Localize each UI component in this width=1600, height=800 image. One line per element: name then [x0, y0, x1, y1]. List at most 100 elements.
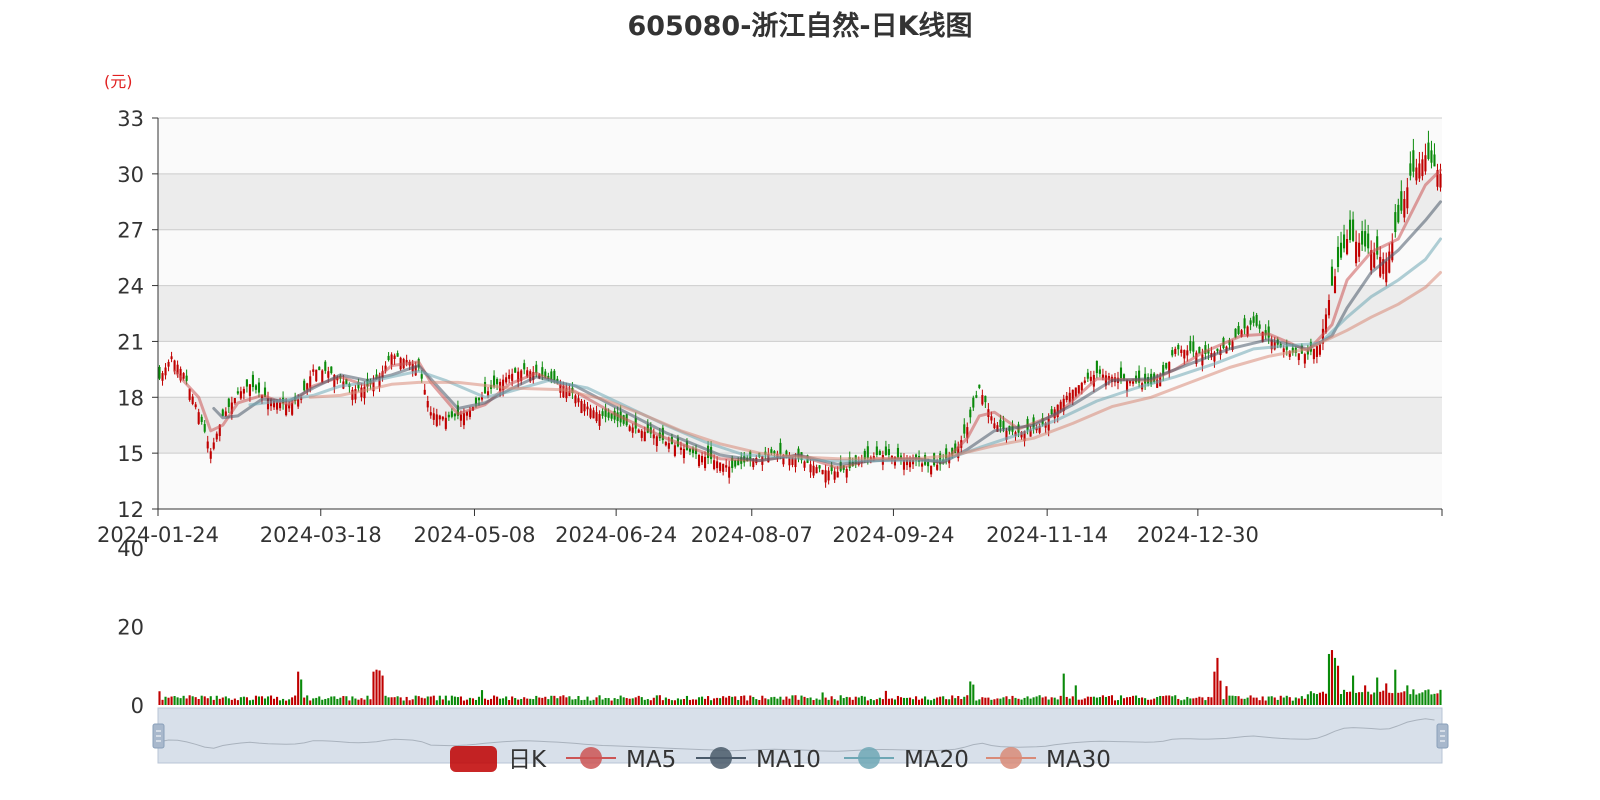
volume-bar: [794, 695, 797, 705]
volume-bar: [1141, 697, 1144, 705]
volume-bar: [164, 696, 167, 705]
candle: [1192, 341, 1195, 352]
candle: [251, 374, 254, 388]
volume-bar: [1008, 699, 1011, 705]
volume-tick-label: 20: [117, 616, 144, 640]
volume-bar: [257, 696, 261, 705]
legend-swatch: [450, 746, 497, 772]
candle: [164, 367, 167, 376]
volume-bar: [734, 696, 737, 705]
volume-bar: [1213, 671, 1216, 705]
legend-item-ma20[interactable]: MA20: [844, 747, 969, 773]
candle: [426, 401, 429, 408]
volume-bar: [770, 697, 773, 705]
candle: [429, 412, 432, 416]
volume-bar: [532, 699, 535, 705]
candle: [1186, 350, 1189, 356]
candle: [673, 445, 676, 456]
candle: [1433, 154, 1436, 167]
volume-bar: [1330, 650, 1334, 705]
candle: [215, 433, 218, 440]
volume-bar: [541, 697, 544, 705]
volume-bar: [1403, 691, 1406, 705]
candle: [818, 465, 821, 469]
volume-bar: [1430, 694, 1433, 705]
volume-bar: [402, 700, 405, 705]
volume-bar: [529, 698, 532, 705]
candle: [1002, 421, 1005, 429]
candle: [1243, 318, 1246, 329]
volume-bar: [1092, 696, 1095, 705]
candle: [628, 426, 631, 431]
volume-bar: [972, 684, 975, 705]
legend-item-ma30[interactable]: MA30: [986, 747, 1111, 773]
volume-bar: [520, 698, 523, 705]
volume-bar: [411, 699, 414, 705]
volume-bar: [1312, 693, 1315, 705]
volume-bar: [1358, 692, 1361, 705]
candle: [734, 460, 737, 467]
volume-bar: [369, 699, 372, 705]
volume-bar: [1174, 695, 1177, 705]
volume-bar: [378, 670, 381, 705]
volume-bar: [1095, 697, 1098, 705]
volume-bar: [342, 696, 345, 705]
candle: [704, 456, 707, 469]
volume-bar: [707, 696, 710, 705]
volume-bar: [288, 699, 291, 705]
volume-bar: [1228, 695, 1231, 705]
volume-bar: [881, 699, 884, 705]
volume-bar: [215, 695, 218, 705]
volume-bar: [209, 696, 212, 705]
price-grid-band: [158, 229, 1442, 286]
volume-bar: [384, 695, 387, 705]
volume-bar: [1397, 692, 1400, 705]
candle: [508, 374, 511, 379]
candle: [679, 447, 682, 451]
volume-bar: [1364, 685, 1367, 705]
volume-bar: [179, 698, 182, 705]
candle: [1234, 328, 1237, 338]
volume-bar: [1074, 685, 1077, 705]
volume-bar: [1026, 696, 1029, 705]
volume-bar: [1086, 696, 1089, 705]
candle: [1216, 348, 1219, 352]
volume-bar: [426, 696, 429, 705]
volume-bar: [1038, 695, 1041, 705]
volume-bar: [713, 698, 716, 705]
volume-bar: [601, 699, 604, 705]
candle: [1258, 324, 1261, 329]
volume-bar: [345, 696, 348, 705]
volume-bar: [393, 697, 396, 705]
volume-bar: [357, 699, 360, 705]
volume-bar: [194, 697, 197, 705]
volume-bar: [306, 695, 309, 705]
candle: [363, 386, 366, 399]
legend-label: MA5: [626, 747, 676, 773]
legend-item-ma10[interactable]: MA10: [696, 747, 821, 773]
kline-chart: 3330272421181512402002024-01-24 2024-03-1…: [97, 107, 1449, 773]
candle: [462, 413, 465, 426]
volume-bar: [905, 697, 909, 705]
volume-bar: [939, 696, 942, 705]
volume-bar: [818, 699, 821, 705]
candle: [1330, 266, 1334, 286]
volume-bar: [1077, 699, 1080, 705]
candle: [1077, 385, 1080, 394]
volume-bar: [1017, 698, 1020, 705]
volume-bar: [571, 699, 574, 705]
candle: [936, 464, 939, 470]
volume-bar: [679, 699, 682, 705]
volume-bar: [1101, 695, 1104, 705]
candle: [423, 389, 426, 395]
candle: [257, 382, 261, 393]
volume-bar: [176, 697, 179, 705]
volume-bar: [598, 695, 601, 705]
volume-bar: [704, 698, 707, 705]
volume-bar: [773, 696, 776, 705]
volume-bar: [863, 696, 866, 705]
volume-bar: [1035, 696, 1038, 705]
volume-bar: [1282, 697, 1285, 705]
volume-bar: [432, 695, 435, 705]
volume-bar: [363, 699, 366, 705]
